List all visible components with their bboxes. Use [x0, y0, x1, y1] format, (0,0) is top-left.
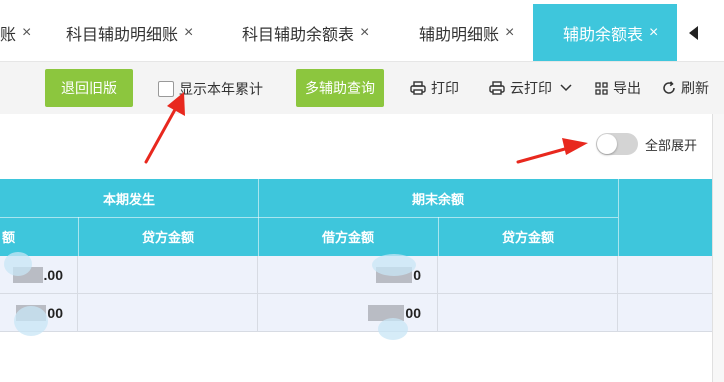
arrow-to-checkbox — [144, 92, 185, 164]
app-window: 账 × 科目辅助明细账 × 科目辅助余额表 × 辅助明细账 × 辅助余额表 × … — [0, 0, 724, 382]
annotation-arrows — [144, 92, 588, 164]
arrow-to-toggle — [516, 138, 588, 164]
